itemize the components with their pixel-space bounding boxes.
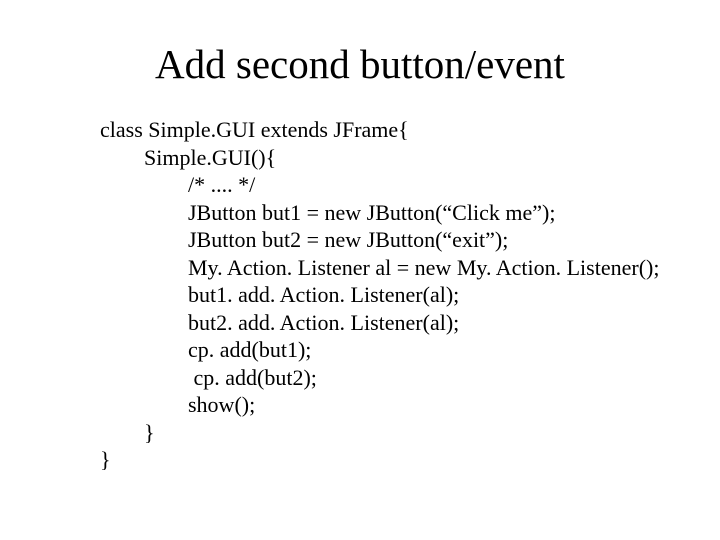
slide: Add second button/event class Simple.GUI… — [0, 0, 720, 540]
slide-title: Add second button/event — [0, 0, 720, 116]
code-line: cp. add(but1); — [100, 337, 311, 362]
code-line: My. Action. Listener al = new My. Action… — [100, 255, 659, 280]
code-line: /* .... */ — [100, 172, 255, 197]
code-line: } — [100, 420, 155, 445]
code-line: Simple.GUI(){ — [100, 145, 276, 170]
code-block: class Simple.GUI extends JFrame{ Simple.… — [0, 116, 720, 474]
code-line: class Simple.GUI extends JFrame{ — [100, 117, 409, 142]
code-line: } — [100, 447, 111, 472]
code-line: but1. add. Action. Listener(al); — [100, 282, 459, 307]
code-line: JButton but2 = new JButton(“exit”); — [100, 227, 508, 252]
code-line: cp. add(but2); — [100, 365, 317, 390]
code-line: JButton but1 = new JButton(“Click me”); — [100, 200, 555, 225]
code-line: but2. add. Action. Listener(al); — [100, 310, 459, 335]
code-line: show(); — [100, 392, 255, 417]
